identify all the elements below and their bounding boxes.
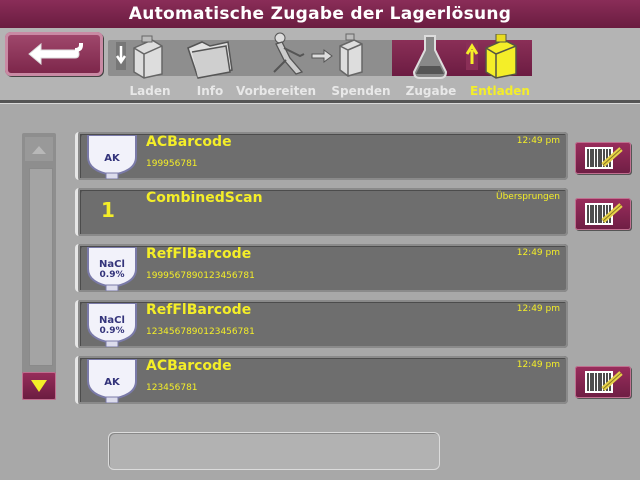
message-box <box>108 432 440 470</box>
svg-text:AK: AK <box>104 153 121 164</box>
iv-bag-icon: NaCl 0.9% <box>87 247 137 291</box>
back-arrow-icon <box>28 42 83 66</box>
item-name: ACBarcode <box>146 134 232 150</box>
iv-bag-icon: AK <box>87 135 137 179</box>
barcode-scan-icon <box>585 371 623 393</box>
svg-text:0.9%: 0.9% <box>100 270 125 280</box>
scan-barcode-button[interactable] <box>575 366 631 398</box>
list-item[interactable]: AK ACBarcode 123456781 12:49 pm <box>75 356 568 404</box>
triangle-up-icon <box>32 146 46 154</box>
scroll-down-button[interactable] <box>22 372 56 400</box>
barcode-scan-icon <box>585 203 623 225</box>
item-name: ACBarcode <box>146 358 232 374</box>
step-entladen-label[interactable]: Entladen <box>465 84 535 98</box>
scroll-thumb[interactable] <box>29 168 53 366</box>
prepare-icon <box>273 32 363 77</box>
list-item[interactable]: NaCl 0.9% RefFlBarcode 12345678901234567… <box>75 300 568 348</box>
item-code: 123456781 <box>146 383 198 393</box>
scroll-up-button[interactable] <box>25 137 53 161</box>
barcode-scan-icon <box>585 147 623 169</box>
iv-bag-icon: NaCl 0.9% <box>87 303 137 347</box>
info-folder-icon <box>187 41 233 79</box>
item-status: Übersprungen <box>495 192 560 202</box>
item-time: 12:49 pm <box>516 136 560 146</box>
item-number: 1 <box>101 198 115 222</box>
load-cartridge-icon <box>115 35 163 79</box>
triangle-down-icon <box>31 380 47 392</box>
svg-text:NaCl: NaCl <box>99 315 125 326</box>
item-name: CombinedScan <box>146 190 263 206</box>
svg-text:AK: AK <box>104 377 121 388</box>
list-item[interactable]: 1 CombinedScan Übersprungen <box>75 188 568 236</box>
item-code: 19995678901234567​81 <box>146 271 255 281</box>
list-item[interactable]: AK ACBarcode 199956781 12:49 pm <box>75 132 568 180</box>
item-time: 12:49 pm <box>516 248 560 258</box>
list-item[interactable]: NaCl 0.9% RefFlBarcode 19995678901234567… <box>75 244 568 292</box>
iv-bag-icon: AK <box>87 359 137 403</box>
back-button[interactable] <box>5 32 103 76</box>
toolbar-divider-highlight <box>0 103 640 104</box>
svg-text:NaCl: NaCl <box>99 259 125 270</box>
scan-barcode-button[interactable] <box>575 142 631 174</box>
svg-text:0.9%: 0.9% <box>100 326 125 336</box>
flask-icon <box>412 35 448 79</box>
item-time: 12:49 pm <box>516 304 560 314</box>
item-code: 1234567890123456781 <box>146 327 255 337</box>
item-name: RefFlBarcode <box>146 246 252 262</box>
item-code: 199956781 <box>146 159 198 169</box>
scan-barcode-button[interactable] <box>575 198 631 230</box>
item-name: RefFlBarcode <box>146 302 252 318</box>
item-time: 12:49 pm <box>516 360 560 370</box>
window-title: Automatische Zugabe der Lagerlösung <box>0 0 640 28</box>
step-vorbereiten-label[interactable]: Vorbereiten <box>232 84 320 98</box>
step-zugabe-label[interactable]: Zugabe <box>396 84 466 98</box>
unload-cartridge-icon <box>465 34 517 79</box>
step-spenden-label[interactable]: Spenden <box>326 84 396 98</box>
